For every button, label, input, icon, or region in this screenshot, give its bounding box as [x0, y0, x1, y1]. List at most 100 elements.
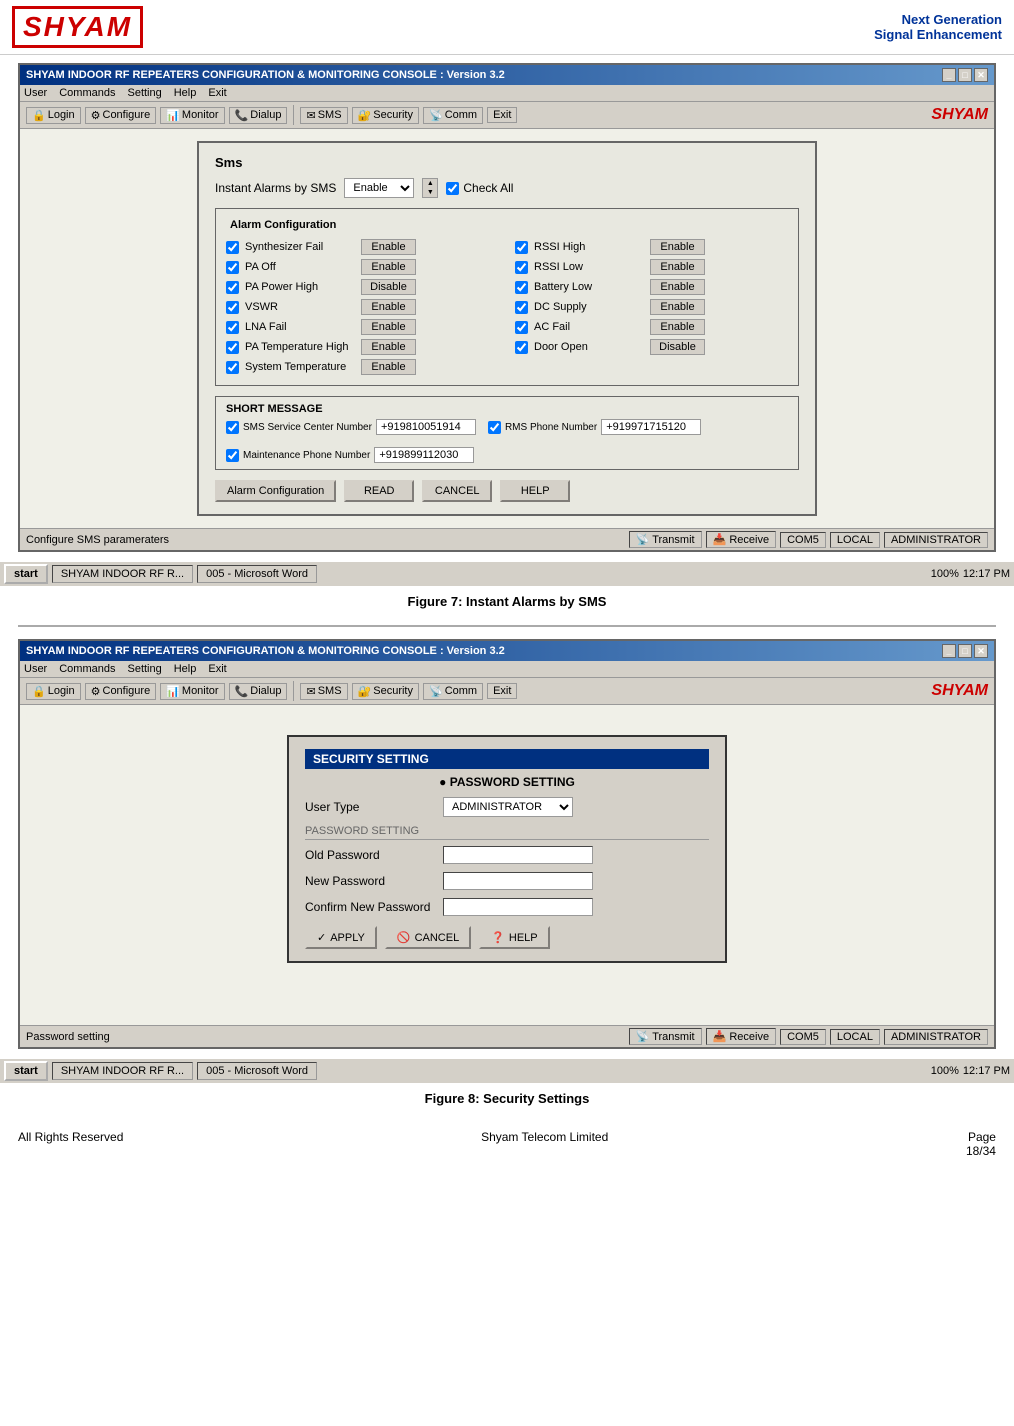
apply-button[interactable]: ✓ APPLY	[305, 926, 377, 949]
menu8-help[interactable]: Help	[174, 663, 197, 675]
menu8-exit[interactable]: Exit	[208, 663, 226, 675]
task8-shyam[interactable]: SHYAM INDOOR RF R...	[52, 1062, 193, 1080]
toolbar-exit[interactable]: Exit	[487, 107, 517, 123]
menu8-user[interactable]: User	[24, 663, 47, 675]
vswr-btn[interactable]: Enable	[361, 299, 416, 315]
start-button-8[interactable]: start	[4, 1061, 48, 1081]
rssi-high-checkbox[interactable]	[515, 241, 528, 254]
sys-temp-checkbox[interactable]	[226, 361, 239, 374]
rssi-high-btn[interactable]: Enable	[650, 239, 705, 255]
toolbar-configure[interactable]: ⚙ Configure	[85, 107, 157, 124]
toolbar8-monitor[interactable]: 📊 Monitor	[160, 683, 224, 700]
start-button[interactable]: start	[4, 564, 48, 584]
alarm-config-button[interactable]: Alarm Configuration	[215, 480, 336, 502]
toolbar-sms[interactable]: ✉ SMS	[300, 107, 347, 124]
rssi-low-btn[interactable]: Enable	[650, 259, 705, 275]
pwd-section-label: PASSWORD SETTING	[305, 825, 709, 840]
door-checkbox[interactable]	[515, 341, 528, 354]
sec-help-button[interactable]: ❓ HELP	[479, 926, 549, 949]
toolbar8-dialup[interactable]: 📞 Dialup	[229, 683, 288, 700]
battery-btn[interactable]: Enable	[650, 279, 705, 295]
menu-setting[interactable]: Setting	[127, 87, 161, 99]
maint-phone-checkbox[interactable]	[226, 449, 239, 462]
task8-word[interactable]: 005 - Microsoft Word	[197, 1062, 317, 1080]
spin-control[interactable]: ▲ ▼	[422, 178, 438, 198]
task-word[interactable]: 005 - Microsoft Word	[197, 565, 317, 583]
task-shyam[interactable]: SHYAM INDOOR RF R...	[52, 565, 193, 583]
toolbar-login[interactable]: 🔒 Login	[26, 107, 81, 124]
instant-alarms-select[interactable]: Enable Disable	[344, 178, 414, 198]
toolbar-logo: SHYAM	[931, 106, 988, 124]
help-button[interactable]: HELP	[500, 480, 570, 502]
menu-bar: User Commands Setting Help Exit	[20, 85, 994, 102]
close-btn-8[interactable]: ✕	[974, 644, 988, 658]
pa-temp-checkbox[interactable]	[226, 341, 239, 354]
old-pwd-input[interactable]	[443, 846, 593, 864]
short-msg-section: SHORT MESSAGE SMS Service Center Number …	[215, 396, 799, 470]
restore-btn[interactable]: □	[958, 68, 972, 82]
dc-checkbox[interactable]	[515, 301, 528, 314]
pa-temp-btn[interactable]: Enable	[361, 339, 416, 355]
toolbar-monitor[interactable]: 📊 Monitor	[160, 107, 224, 124]
instant-alarms-row: Instant Alarms by SMS Enable Disable ▲ ▼…	[215, 178, 799, 198]
sec-cancel-button[interactable]: 🚫 CANCEL	[385, 926, 471, 949]
window8-controls[interactable]: _ □ ✕	[942, 644, 988, 658]
battery-checkbox[interactable]	[515, 281, 528, 294]
zoom-level: 100%	[931, 568, 959, 580]
toolbar-security[interactable]: 🔐 Security	[352, 107, 419, 124]
menu-user[interactable]: User	[24, 87, 47, 99]
new-pwd-input[interactable]	[443, 872, 593, 890]
spin-down[interactable]: ▼	[423, 188, 437, 197]
menu-exit[interactable]: Exit	[208, 87, 226, 99]
restore-btn-8[interactable]: □	[958, 644, 972, 658]
toolbar8-exit[interactable]: Exit	[487, 683, 517, 699]
pa-power-btn[interactable]: Disable	[361, 279, 416, 295]
menu8-setting[interactable]: Setting	[127, 663, 161, 675]
user-type-select[interactable]: ADMINISTRATOR USER	[443, 797, 573, 817]
confirm-pwd-input[interactable]	[443, 898, 593, 916]
ac-checkbox[interactable]	[515, 321, 528, 334]
window-controls[interactable]: _ □ ✕	[942, 68, 988, 82]
security-title: SECURITY SETTING	[305, 749, 709, 769]
toolbar8-configure[interactable]: ⚙ Configure	[85, 683, 157, 700]
lna-btn[interactable]: Enable	[361, 319, 416, 335]
ac-btn[interactable]: Enable	[650, 319, 705, 335]
door-btn[interactable]: Disable	[650, 339, 705, 355]
close-btn[interactable]: ✕	[974, 68, 988, 82]
toolbar-dialup[interactable]: 📞 Dialup	[229, 107, 288, 124]
pa-power-checkbox[interactable]	[226, 281, 239, 294]
rms-number-input[interactable]	[601, 419, 701, 435]
dc-btn[interactable]: Enable	[650, 299, 705, 315]
menu8-commands[interactable]: Commands	[59, 663, 115, 675]
check-all-checkbox[interactable]	[446, 182, 459, 195]
synth-checkbox[interactable]	[226, 241, 239, 254]
minimize-btn[interactable]: _	[942, 68, 956, 82]
sms-service-checkbox[interactable]	[226, 421, 239, 434]
status8-right: 📡 Transmit 📥 Receive COM5 LOCAL ADMINIST…	[629, 1028, 988, 1045]
rms-phone-checkbox[interactable]	[488, 421, 501, 434]
synth-btn[interactable]: Enable	[361, 239, 416, 255]
toolbar8-security[interactable]: 🔐 Security	[352, 683, 419, 700]
toolbar8-sms[interactable]: ✉ SMS	[300, 683, 347, 700]
toolbar8-login[interactable]: 🔒 Login	[26, 683, 81, 700]
sec-action-row: ✓ APPLY 🚫 CANCEL ❓ HELP	[305, 926, 709, 949]
minimize-btn-8[interactable]: _	[942, 644, 956, 658]
spin-up[interactable]: ▲	[423, 179, 437, 188]
read-button[interactable]: READ	[344, 480, 414, 502]
rssi-low-checkbox[interactable]	[515, 261, 528, 274]
sms-number-input[interactable]	[376, 419, 476, 435]
cancel-button[interactable]: CANCEL	[422, 480, 492, 502]
maint-number-input[interactable]	[374, 447, 474, 463]
vswr-checkbox[interactable]	[226, 301, 239, 314]
menu-commands[interactable]: Commands	[59, 87, 115, 99]
lna-checkbox[interactable]	[226, 321, 239, 334]
toolbar8-comm[interactable]: 📡 Comm	[423, 683, 483, 700]
check-all-row: Check All	[446, 181, 513, 195]
menu-help[interactable]: Help	[174, 87, 197, 99]
alarm-row-ac: AC Fail Enable	[515, 317, 788, 337]
sys-temp-btn[interactable]: Enable	[361, 359, 416, 375]
toolbar-comm[interactable]: 📡 Comm	[423, 107, 483, 124]
pa-off-btn[interactable]: Enable	[361, 259, 416, 275]
figure8-window: SHYAM INDOOR RF REPEATERS CONFIGURATION …	[18, 639, 996, 1049]
pa-off-checkbox[interactable]	[226, 261, 239, 274]
